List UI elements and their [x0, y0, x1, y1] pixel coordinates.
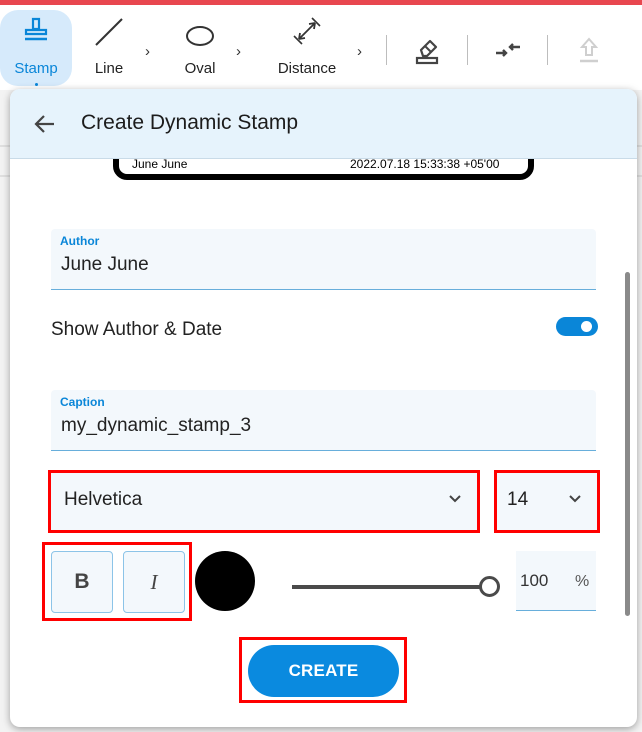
opacity-value[interactable]: 100: [520, 571, 548, 591]
tool-distance[interactable]: Distance: [272, 10, 342, 86]
line-icon: [95, 18, 123, 46]
author-field[interactable]: Author June June: [51, 229, 596, 290]
caption-field[interactable]: Caption my_dynamic_stamp_3: [51, 390, 596, 451]
tool-label: Oval: [184, 60, 216, 77]
distance-icon: [293, 17, 321, 45]
tool-label: Line: [94, 60, 124, 77]
tool-stamp[interactable]: Stamp: [0, 10, 72, 86]
collapse-button[interactable]: [491, 33, 525, 67]
show-author-date-label: Show Author & Date: [51, 319, 223, 340]
caption-field-label: Caption: [60, 395, 105, 409]
opacity-input[interactable]: 100 %: [516, 551, 596, 611]
show-author-date-toggle[interactable]: [556, 317, 598, 336]
chevron-right-icon[interactable]: ›: [145, 43, 150, 60]
panel-header: Create Dynamic Stamp: [10, 89, 637, 159]
stamp-preview-date: 2022.07.18 15:33:38 +05'00: [350, 157, 500, 171]
highlight-box: [239, 637, 407, 703]
divider: [547, 35, 548, 65]
highlight-box: [42, 542, 192, 621]
divider: [467, 35, 468, 65]
page-title: Create Dynamic Stamp: [81, 111, 299, 134]
opacity-slider-track[interactable]: [292, 585, 480, 589]
eraser-icon: [415, 39, 439, 65]
opacity-unit: %: [575, 573, 590, 590]
tool-line[interactable]: Line: [88, 10, 130, 86]
create-dynamic-stamp-panel: June June 2022.07.18 15:33:38 +05'00 Cre…: [10, 89, 637, 727]
annotation-toolbar: Stamp Line › Oval › Distance ›: [0, 5, 642, 90]
tool-oval[interactable]: Oval: [178, 10, 222, 86]
toggle-knob: [581, 321, 592, 332]
text-color-picker[interactable]: [195, 551, 255, 611]
tool-label: Distance: [277, 60, 337, 77]
divider: [386, 35, 387, 65]
author-field-value[interactable]: June June: [61, 254, 149, 276]
author-field-label: Author: [60, 234, 100, 248]
eraser-button[interactable]: [410, 33, 444, 67]
scrollbar[interactable]: [625, 272, 630, 616]
stamp-preview-author: June June: [132, 157, 188, 171]
upload-button[interactable]: [572, 33, 606, 67]
chevron-right-icon[interactable]: ›: [236, 43, 241, 60]
tool-label: Stamp: [14, 60, 58, 77]
opacity-slider-thumb[interactable]: [479, 576, 500, 597]
active-indicator: [34, 83, 38, 86]
highlight-box: [494, 470, 600, 533]
highlight-box: [48, 470, 480, 533]
collapse-arrows-icon: [496, 43, 520, 57]
oval-icon: [186, 26, 214, 46]
stamp-icon: [24, 17, 48, 41]
chevron-right-icon[interactable]: ›: [357, 43, 362, 60]
caption-field-value[interactable]: my_dynamic_stamp_3: [61, 415, 251, 437]
upload-icon: [579, 37, 599, 63]
arrow-left-icon[interactable]: [32, 111, 58, 137]
